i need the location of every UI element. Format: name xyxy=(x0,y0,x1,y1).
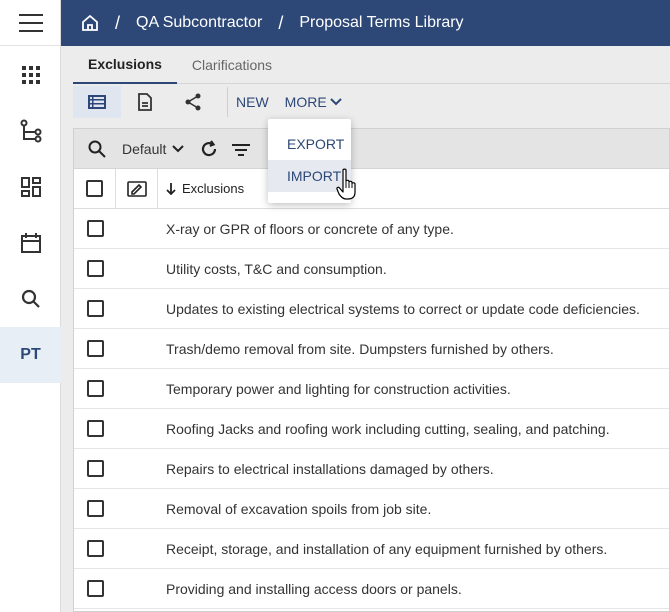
row-text: Utility costs, T&C and consumption. xyxy=(166,260,387,277)
main-content: Exclusions Clarifications NEW MORE Defau… xyxy=(61,46,670,612)
user-initials[interactable]: PT xyxy=(0,327,61,383)
row-checkbox[interactable] xyxy=(86,220,104,237)
hand-pointer-cursor-icon xyxy=(336,168,360,205)
table-row[interactable]: Updates to existing electrical systems t… xyxy=(74,289,669,329)
sort-arrow-down-icon xyxy=(166,182,176,195)
share-icon xyxy=(185,93,201,111)
filter-icon[interactable] xyxy=(232,142,251,156)
table-row[interactable]: Removal of excavation spoils from job si… xyxy=(74,489,669,529)
row-checkbox[interactable] xyxy=(86,340,104,357)
search-icon[interactable] xyxy=(88,140,106,158)
row-checkbox[interactable] xyxy=(86,300,104,317)
dashboard-icon[interactable] xyxy=(0,159,61,215)
more-button[interactable]: MORE xyxy=(285,94,342,110)
table-body: X-ray or GPR of floors or concrete of an… xyxy=(74,209,669,609)
user-initials-text: PT xyxy=(20,346,41,363)
row-text: Providing and installing access doors or… xyxy=(166,580,462,597)
table-row[interactable]: Utility costs, T&C and consumption. xyxy=(74,249,669,289)
table-row[interactable]: Repairs to electrical installations dama… xyxy=(74,449,669,489)
table-row[interactable]: Roofing Jacks and roofing work including… xyxy=(74,409,669,449)
row-text: Repairs to electrical installations dama… xyxy=(166,460,494,477)
breadcrumb-separator: / xyxy=(278,12,284,33)
row-text: Roofing Jacks and roofing work including… xyxy=(166,420,610,437)
table-header: Exclusions xyxy=(74,168,669,209)
document-button[interactable] xyxy=(121,86,169,118)
table-row[interactable]: Trash/demo removal from site. Dumpsters … xyxy=(74,329,669,369)
top-header: / QA Subcontractor / Proposal Terms Libr… xyxy=(61,0,670,46)
row-text: X-ray or GPR of floors or concrete of an… xyxy=(166,220,454,237)
toolbar: NEW MORE xyxy=(73,84,670,120)
exclusions-column-header[interactable]: Exclusions xyxy=(158,181,244,196)
tab-exclusions[interactable]: Exclusions xyxy=(73,46,177,84)
search-icon[interactable] xyxy=(0,271,61,327)
row-text: Temporary power and lighting for constru… xyxy=(166,380,511,397)
breadcrumb-separator: / xyxy=(115,12,121,33)
menu-item-export[interactable]: EXPORT xyxy=(268,128,351,160)
row-text: Receipt, storage, and installation of an… xyxy=(166,540,608,557)
toolbar-divider xyxy=(227,87,228,117)
refresh-icon[interactable] xyxy=(200,139,218,158)
row-checkbox[interactable] xyxy=(86,580,104,597)
row-text: Removal of excavation spoils from job si… xyxy=(166,500,432,517)
chevron-down-icon xyxy=(172,144,185,152)
left-rail: PT xyxy=(0,0,61,612)
row-checkbox[interactable] xyxy=(86,260,104,277)
table-row[interactable]: Temporary power and lighting for constru… xyxy=(74,369,669,409)
breadcrumb-company[interactable]: QA Subcontractor xyxy=(136,14,262,32)
share-button[interactable] xyxy=(169,86,217,118)
row-checkbox[interactable] xyxy=(86,540,104,557)
new-button[interactable]: NEW xyxy=(236,94,269,110)
column-header-label: Exclusions xyxy=(182,181,245,196)
apps-grid-icon[interactable] xyxy=(0,47,61,103)
exclusions-table-panel: Default Exclusions X-ray or GPR of floor… xyxy=(73,128,670,612)
edit-column-icon[interactable] xyxy=(116,168,158,209)
menu-icon[interactable] xyxy=(0,0,61,46)
view-select-label: Default xyxy=(122,140,167,157)
breadcrumb-page: Proposal Terms Library xyxy=(299,14,464,31)
table-row[interactable]: Providing and installing access doors or… xyxy=(74,569,669,609)
list-view-button[interactable] xyxy=(73,86,121,118)
chevron-down-icon xyxy=(329,98,342,106)
row-checkbox[interactable] xyxy=(86,420,104,437)
row-text: Updates to existing electrical systems t… xyxy=(166,300,640,317)
tab-bar: Exclusions Clarifications xyxy=(73,46,670,84)
calendar-icon[interactable] xyxy=(0,215,61,271)
row-checkbox[interactable] xyxy=(86,460,104,477)
document-icon xyxy=(138,93,152,111)
view-select[interactable]: Default xyxy=(122,140,185,157)
select-all-checkbox[interactable] xyxy=(86,180,103,197)
table-row[interactable]: Receipt, storage, and installation of an… xyxy=(74,529,669,569)
tab-clarifications[interactable]: Clarifications xyxy=(177,46,287,84)
filter-bar: Default xyxy=(74,129,669,169)
more-label: MORE xyxy=(284,94,327,110)
hierarchy-icon[interactable] xyxy=(0,103,61,159)
row-checkbox[interactable] xyxy=(86,500,104,517)
row-text: Trash/demo removal from site. Dumpsters … xyxy=(166,340,554,357)
list-view-icon xyxy=(88,95,106,109)
row-checkbox[interactable] xyxy=(86,380,104,397)
table-row[interactable]: X-ray or GPR of floors or concrete of an… xyxy=(74,209,669,249)
home-icon[interactable] xyxy=(81,14,99,32)
